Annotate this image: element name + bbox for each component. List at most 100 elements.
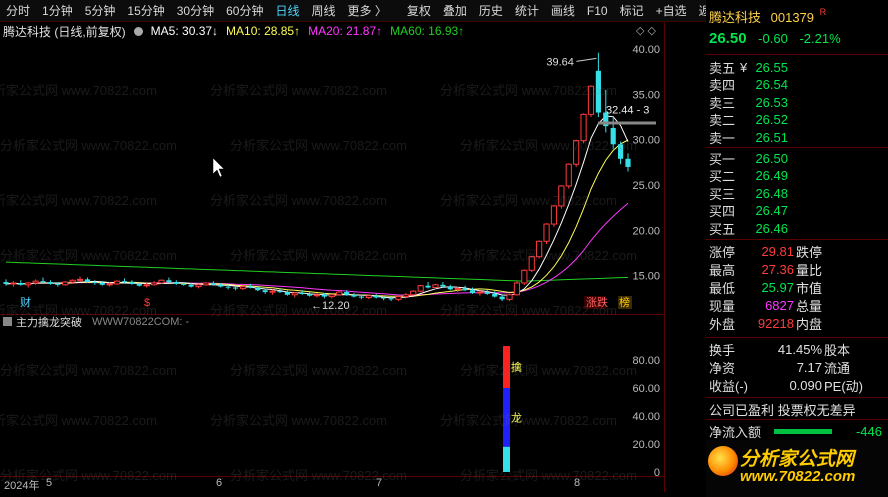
candle-body (32, 280, 39, 284)
signal-bar-segment (503, 346, 510, 388)
toolbar-tool-button[interactable]: 画线 (545, 0, 581, 22)
candle-body (388, 298, 394, 300)
period-button[interactable]: 30分钟 (171, 0, 220, 22)
candle-body (210, 282, 216, 285)
toolbar-tool-button[interactable]: 复权 (401, 0, 437, 22)
settings-dot-icon[interactable] (133, 26, 143, 36)
candle-body (351, 294, 357, 297)
period-button[interactable]: 15分钟 (121, 0, 170, 22)
candle-body (239, 286, 247, 289)
ask-mark: ¥ (740, 59, 748, 75)
candle-body (321, 294, 327, 297)
period-button[interactable]: 周线 (305, 0, 341, 22)
bid-price: 26.50 (755, 150, 788, 166)
corner-icons[interactable]: ◇ ◇ (636, 24, 656, 37)
ask-price: 26.55 (755, 59, 788, 75)
fundamental-key: 净资 (709, 360, 736, 376)
candle-body (232, 287, 239, 289)
toolbar-tool-button[interactable]: +自选 (650, 0, 693, 22)
toolbar-tool-button[interactable]: 标记 (614, 0, 650, 22)
bid-row: 买三 26.48 (706, 184, 888, 202)
fundamental-value: 41.45% (777, 341, 822, 357)
fundamental-key: 收益(-) (709, 378, 748, 394)
candle-body (625, 158, 631, 167)
stat-value: 29.81 (761, 243, 794, 259)
bid-label: 买四 (709, 204, 736, 219)
candle-body (47, 282, 54, 284)
date-axis: 2024年 5 6 7 8 (0, 476, 664, 492)
stat-right-label: 总量 (796, 298, 823, 314)
period-button[interactable]: 分时 (0, 0, 36, 22)
ma20-label: MA20: 21.87↑ (308, 24, 383, 38)
ma5-label: MA5: 30.37↓ (150, 24, 219, 38)
indicator-square-icon[interactable] (3, 317, 12, 326)
period-button[interactable]: 5分钟 (79, 0, 122, 22)
ask-price: 26.52 (755, 112, 788, 127)
candle-body (173, 282, 179, 284)
candle-body (158, 279, 165, 284)
stat-right-label: 量比 (796, 262, 823, 278)
price-line-label: 32.44 - 3 (606, 105, 649, 117)
finance-marker: 财 (20, 295, 31, 309)
r-badge: R (819, 7, 827, 17)
y-axis-tick-label: 35.00 (632, 89, 660, 101)
candle-body (106, 283, 113, 286)
candle-body (328, 294, 335, 298)
bid-label: 买一 (709, 151, 736, 167)
sub-y-axis-tick-label: 80.00 (632, 355, 660, 367)
ask-row: 卖四 26.54 (706, 76, 888, 94)
rank-marker: 涨跌 (586, 295, 608, 309)
candle-body (291, 292, 298, 296)
candle-body (484, 292, 490, 294)
candle-body (469, 290, 476, 293)
candle-body (76, 278, 84, 281)
period-button[interactable]: 60分钟 (220, 0, 269, 22)
candle-body (454, 287, 461, 290)
divider (664, 22, 665, 492)
stat-value: 6827 (765, 297, 794, 313)
y-axis-tick-label: 15.00 (632, 271, 660, 283)
candle-body (247, 286, 253, 288)
period-button[interactable]: 1分钟 (36, 0, 79, 22)
fundamental-key: 换手 (709, 342, 736, 358)
candle-body (143, 284, 150, 287)
ask-label: 卖二 (709, 113, 736, 128)
period-button[interactable]: 日线 (269, 0, 305, 22)
ask-price: 26.54 (755, 77, 788, 92)
candlestick-chart[interactable]: 40.00 35.00 30.00 25.00 20.00 15.00 39.64 32.44… (0, 40, 664, 314)
date-tick-label: 6 (216, 477, 223, 489)
period-button[interactable]: 更多 〉 (342, 0, 393, 22)
ask-label: 卖三 (709, 95, 736, 111)
bid-price: 26.46 (755, 220, 788, 236)
ask-row: 卖五 26.55 ¥ (706, 58, 888, 76)
signal-bar-segment (503, 388, 510, 447)
stat-value: 27.36 (761, 261, 794, 277)
candle-body (365, 295, 372, 298)
toolbar-tool-button[interactable]: 叠加 (437, 0, 473, 22)
sub-indicator-header: 主力擒龙突破 WWW70822COM: - (0, 314, 664, 329)
candle-body (151, 282, 158, 286)
logo-badge-icon (708, 446, 738, 476)
toolbar-tool-button[interactable]: 统计 (509, 0, 545, 22)
candle-body (10, 282, 17, 285)
sub-indicator-chart[interactable]: 80.00 60.00 40.00 20.00 0 擒龙 (0, 328, 664, 476)
candle-body (55, 283, 61, 285)
site-logo: 分析家公式网 www.70822.com (706, 440, 888, 497)
candle-body (25, 282, 32, 286)
signal-bar-segment (503, 446, 510, 472)
bid-row: 买二 26.49 (706, 167, 888, 185)
bid-price: 26.48 (755, 185, 788, 201)
candle-body (440, 284, 446, 287)
toolbar-tool-button[interactable]: 历史 (473, 0, 509, 22)
toolbar-tool-button[interactable]: F10 (581, 0, 614, 22)
ma10-line (5, 139, 629, 297)
fundamental-value: 7.17 (796, 359, 822, 375)
candle-body (543, 223, 550, 242)
candle-body (40, 281, 46, 283)
sub-y-axis-tick-label: 60.00 (632, 383, 660, 395)
candle-body (499, 296, 505, 300)
candle-body (521, 269, 528, 284)
fundamental-row: 收益(-) 0.090 PE(动) (706, 376, 888, 394)
candle-body (62, 281, 69, 286)
candle-body (129, 282, 135, 284)
